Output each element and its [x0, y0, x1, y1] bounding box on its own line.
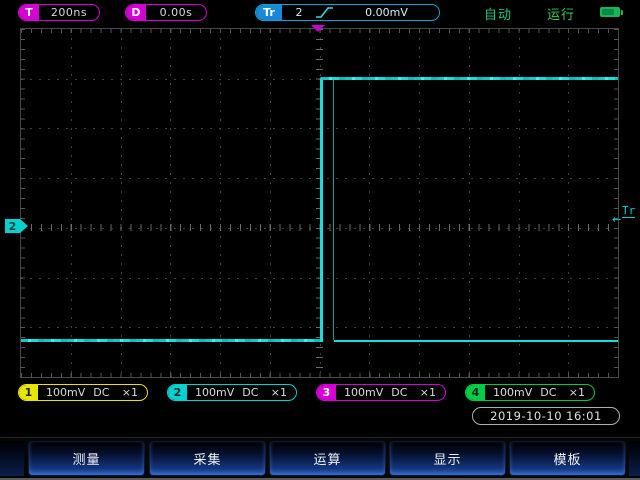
run-status-label[interactable]: 运行 — [547, 4, 575, 23]
timebase-pill[interactable]: T 200ns — [18, 4, 100, 21]
gridline-vertical — [419, 29, 420, 377]
channel2-probe: ×1 — [271, 386, 287, 399]
soft-menu-bar: 测量 采集 运算 显示 模板 — [0, 437, 640, 480]
trigger-level-marker[interactable]: Tr — [622, 204, 635, 218]
graticule-ticks-left — [21, 29, 25, 377]
channel4-coupling: DC — [540, 386, 556, 399]
rising-edge-icon — [316, 6, 334, 19]
menu-button-acquire[interactable]: 采集 — [149, 441, 266, 476]
menu-button-measure[interactable]: 测量 — [28, 441, 145, 476]
menu-left-stub — [0, 441, 24, 476]
menu-button-math[interactable]: 运算 — [269, 441, 386, 476]
channel3-scale: 100mV — [344, 386, 383, 399]
channel2-number: 2 — [168, 385, 187, 400]
channel3-number: 3 — [317, 385, 336, 400]
channel1-coupling: DC — [93, 386, 109, 399]
battery-nub — [621, 10, 624, 15]
timebase-value: 200ns — [39, 6, 99, 19]
gridline-vertical — [469, 29, 470, 377]
channel2-marker-arrow-icon — [20, 219, 28, 233]
timebase-label: T — [19, 5, 39, 20]
channel2-coupling: DC — [242, 386, 258, 399]
gridline-vertical — [369, 29, 370, 377]
trace-rising-edge — [320, 77, 323, 342]
channel1-status-pill[interactable]: 1 100mV DC ×1 — [18, 384, 148, 401]
trigger-pill[interactable]: Tr 2 0.00mV — [255, 4, 440, 21]
acquire-mode-label[interactable]: 自动 — [484, 4, 512, 23]
channel1-number: 1 — [19, 385, 38, 400]
gridline-vertical — [519, 29, 520, 377]
battery-fill — [602, 9, 614, 15]
trace-low-right-segment — [334, 340, 618, 342]
gridline-vertical — [568, 29, 569, 377]
oscilloscope-screen: T 200ns D 0.00s Tr 2 0.00mV 自动 运行 2 — [0, 0, 640, 480]
gridline-vertical — [121, 29, 122, 377]
trace-falling-edge-ghost — [333, 79, 334, 340]
channel4-status-pill[interactable]: 4 100mV DC ×1 — [465, 384, 595, 401]
trace-low-left-segment — [21, 339, 322, 342]
delay-value: 0.00s — [146, 6, 206, 19]
menu-button-template[interactable]: 模板 — [509, 441, 626, 476]
channel3-status-pill[interactable]: 3 100mV DC ×1 — [316, 384, 446, 401]
channel3-coupling: DC — [391, 386, 407, 399]
trigger-level-arrow-icon: ← — [612, 213, 621, 226]
trace-high-right-segment — [322, 77, 618, 80]
channel4-number: 4 — [466, 385, 485, 400]
channel2-status-pill[interactable]: 2 100mV DC ×1 — [167, 384, 297, 401]
gridline-vertical — [270, 29, 271, 377]
delay-label: D — [126, 5, 146, 20]
datetime-display: 2019-10-10 16:01 — [472, 407, 620, 425]
channel2-level-marker[interactable]: 2 — [5, 219, 28, 233]
gridline-vertical — [220, 29, 221, 377]
channel1-scale: 100mV — [46, 386, 85, 399]
gridline-vertical — [71, 29, 72, 377]
trigger-source: 2 — [282, 6, 316, 19]
graticule-ticks-right — [614, 29, 618, 377]
menu-button-display[interactable]: 显示 — [389, 441, 506, 476]
menu-right-stub — [629, 441, 640, 476]
gridline-vertical — [170, 29, 171, 377]
channel1-probe: ×1 — [122, 386, 138, 399]
channel2-marker-label: 2 — [5, 219, 20, 233]
graticule — [20, 28, 619, 378]
channel2-scale: 100mV — [195, 386, 234, 399]
delay-pill[interactable]: D 0.00s — [125, 4, 207, 21]
channel4-scale: 100mV — [493, 386, 532, 399]
channel4-probe: ×1 — [569, 386, 585, 399]
trigger-level: 0.00mV — [334, 6, 439, 19]
channel3-probe: ×1 — [420, 386, 436, 399]
battery-icon — [600, 7, 620, 17]
trigger-label: Tr — [256, 5, 282, 20]
trigger-position-marker[interactable] — [311, 25, 325, 32]
